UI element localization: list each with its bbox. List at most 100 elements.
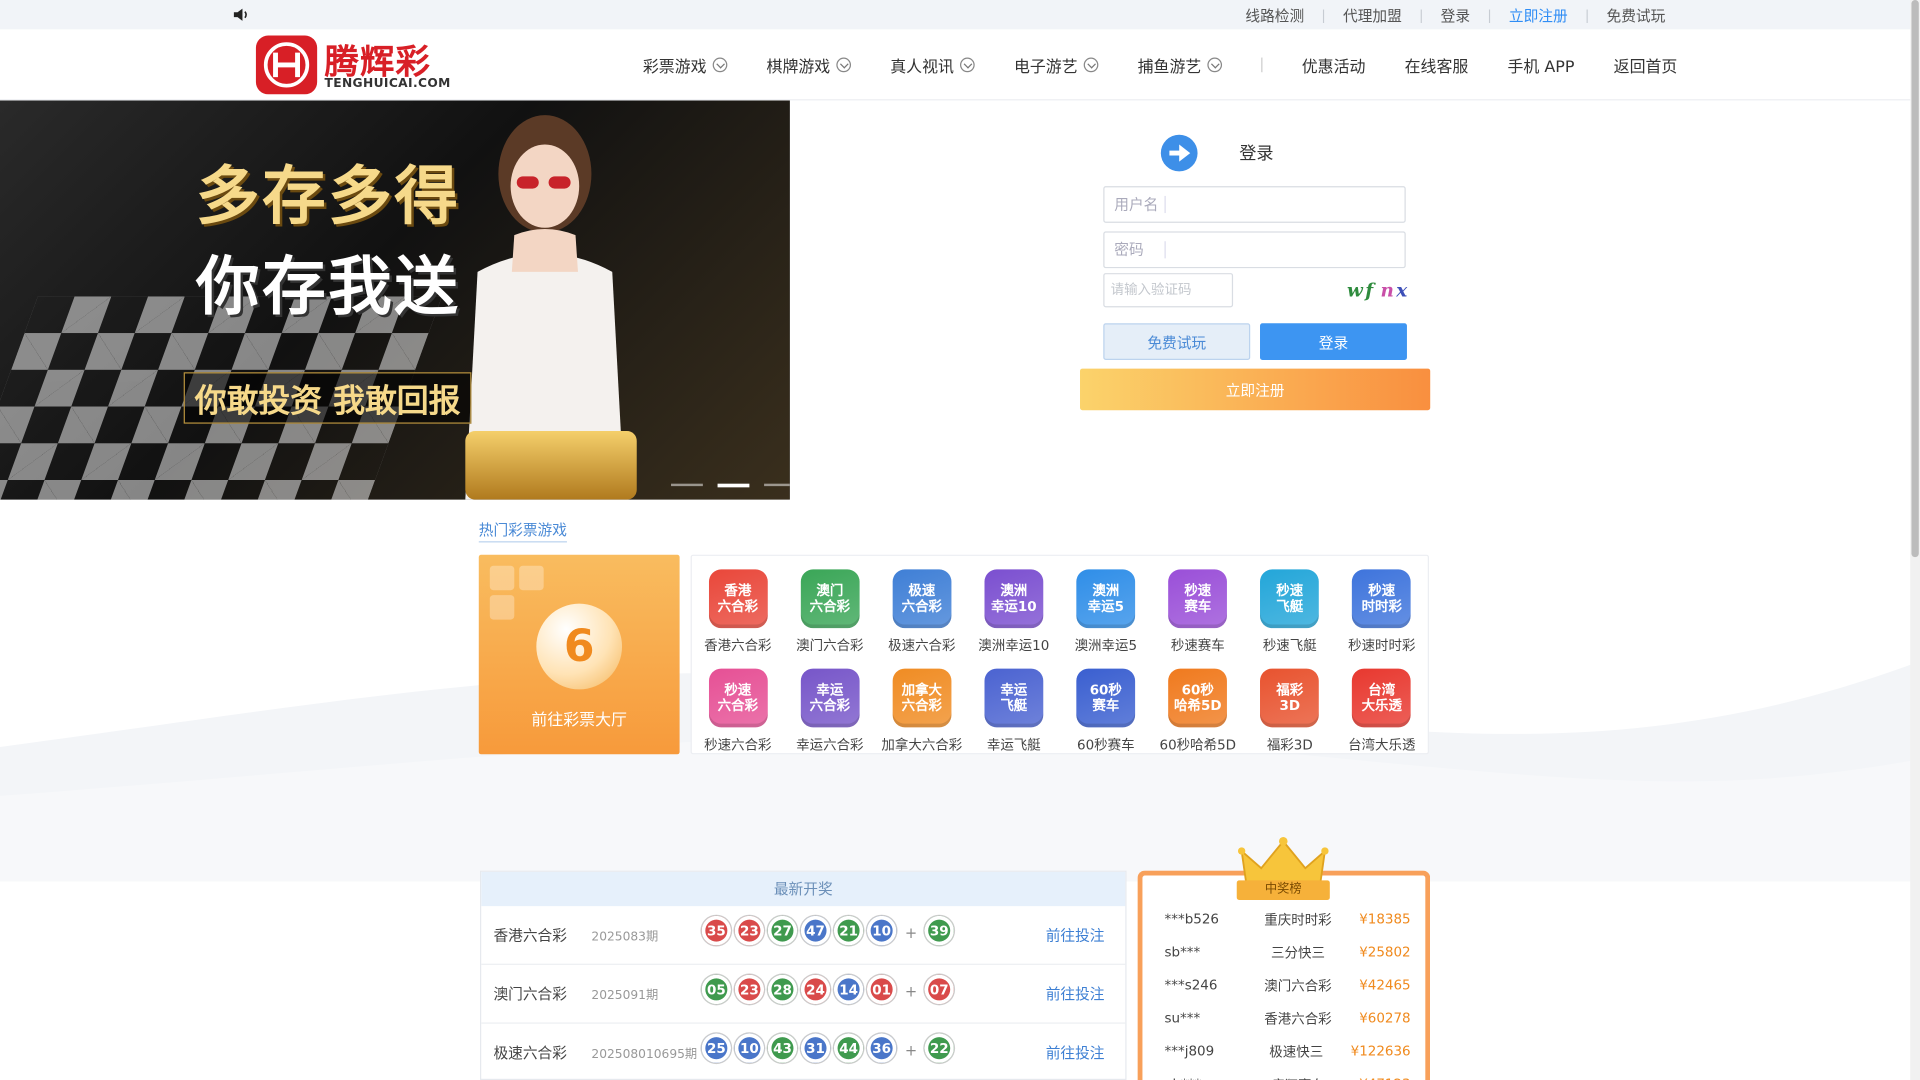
speaker-icon[interactable] <box>233 6 250 23</box>
lottery-game-icon: 幸运 飞艇 <box>984 668 1044 728</box>
banner-headline-2: 你存我送 <box>195 251 461 325</box>
nav-dropdown[interactable]: 棋牌游戏 <box>767 53 852 77</box>
password-field[interactable]: 密码 <box>1103 231 1406 269</box>
results-list: 香港六合彩 2025083期 35 23 27 47 21 10 +39 前往投注 澳门六合彩 202… <box>481 906 1126 1079</box>
game-item[interactable]: 60秒 赛车 60秒赛车 <box>1060 655 1152 754</box>
winner-game: 重庆时时彩 <box>1264 911 1332 928</box>
bet-link[interactable]: 前往投注 <box>1046 924 1105 945</box>
result-ball: 35 <box>701 915 732 946</box>
nav-link[interactable]: 优惠活动 <box>1302 53 1366 76</box>
winners-title: 中奖榜 <box>1236 880 1330 901</box>
captcha-image[interactable]: wfnx <box>1347 279 1410 301</box>
lottery-game-icon: 澳门 六合彩 <box>800 569 860 629</box>
bet-link[interactable]: 前往投注 <box>1046 983 1105 1004</box>
game-item[interactable]: 秒速 赛车 秒速赛车 <box>1152 556 1244 655</box>
password-input[interactable] <box>1165 232 1405 267</box>
nav-dropdown[interactable]: 电子游艺 <box>1014 53 1099 77</box>
winners-list: ***b526 重庆时时彩 ¥18385 sb*** 三分快三 ¥25802 ***s246… <box>1164 902 1415 1080</box>
game-name: 极速六合彩 <box>888 637 956 654</box>
result-row: 极速六合彩 202508010695期 25 10 43 31 44 36 +22 前往投注 <box>481 1024 1125 1079</box>
top-link-separator: | <box>1487 6 1492 23</box>
logo-subtitle: TENGHUICAI.COM <box>324 77 451 91</box>
result-ball: 27 <box>767 915 798 946</box>
game-name: 秒速飞艇 <box>1262 637 1317 654</box>
top-link[interactable]: 代理加盟 <box>1333 4 1411 25</box>
bet-link[interactable]: 前往投注 <box>1046 1042 1105 1063</box>
special-ball: 39 <box>924 915 954 946</box>
promo-banner[interactable]: 多存多得 你存我送 你敢投资 我敢回报 <box>0 100 790 500</box>
captcha-input[interactable] <box>1103 273 1234 308</box>
hot-games-grid: 香港 六合彩 香港六合彩 澳门 六合彩 澳门六合彩 极速 六合彩 极速六合彩 澳洲 幸运10 澳洲幸运… <box>690 554 1429 755</box>
slide-dot[interactable] <box>671 483 703 487</box>
top-link[interactable]: 免费试玩 <box>1597 4 1675 25</box>
winner-row: xb***疯狂赛车¥47123 <box>1164 1068 1415 1080</box>
game-item[interactable]: 澳门 六合彩 澳门六合彩 <box>784 556 876 655</box>
nav-link[interactable]: 手机 APP <box>1507 53 1574 76</box>
nav-dropdown[interactable]: 彩票游戏 <box>642 53 728 77</box>
decor-square <box>519 565 544 591</box>
logo[interactable]: 腾辉彩 TENGHUICAI.COM <box>253 33 451 97</box>
winner-amount: ¥122636 <box>1350 1043 1411 1060</box>
slide-dot[interactable] <box>764 483 790 487</box>
register-button[interactable]: 立即注册 <box>1080 368 1431 411</box>
header: 腾辉彩 TENGHUICAI.COM 彩票游戏 棋牌游戏 真人视讯 电子游艺 捕鱼游艺 优… <box>0 29 1920 101</box>
main-nav: 彩票游戏 棋牌游戏 真人视讯 电子游艺 捕鱼游艺 优惠活动 在线客服 手机 APP 返回首页 <box>643 29 1717 100</box>
game-item[interactable]: 幸运 六合彩 幸运六合彩 <box>784 655 876 754</box>
nav-dropdown[interactable]: 真人视讯 <box>890 53 975 77</box>
game-item[interactable]: 极速 六合彩 极速六合彩 <box>876 556 968 655</box>
result-ball: 47 <box>800 915 831 946</box>
winner-row: sb*** 三分快三 ¥25802 <box>1164 936 1415 969</box>
game-item[interactable]: 台湾 大乐透 台湾大乐透 <box>1336 655 1428 754</box>
game-item[interactable]: 香港 六合彩 香港六合彩 <box>692 556 784 655</box>
login-arrow-icon <box>1160 134 1198 172</box>
latest-results-title: 最新开奖 <box>481 871 1126 907</box>
captcha-char: f <box>1365 279 1374 302</box>
lottery-game-icon: 秒速 赛车 <box>1168 569 1228 629</box>
lottery-game-icon: 香港 六合彩 <box>708 569 768 629</box>
result-ball: 28 <box>767 974 798 1005</box>
nav-link[interactable]: 返回首页 <box>1614 53 1678 76</box>
scrollbar-thumb[interactable] <box>1911 0 1919 558</box>
nav-link[interactable]: 在线客服 <box>1405 53 1469 76</box>
result-issue: 2025083期 <box>591 930 659 945</box>
top-link-separator: | <box>1584 6 1590 23</box>
lottery-hall-card[interactable]: 6 前往彩票大厅 <box>478 554 680 755</box>
result-issue: 2025091期 <box>591 989 659 1003</box>
winner-user: xb*** <box>1164 1076 1242 1080</box>
slide-dot[interactable] <box>717 483 750 488</box>
game-item[interactable]: 秒速 飞艇 秒速飞艇 <box>1244 556 1336 655</box>
result-game-name: 极速六合彩 <box>493 1044 567 1062</box>
nav-label: 返回首页 <box>1613 58 1678 77</box>
username-label: 用户名 <box>1104 195 1166 214</box>
game-item[interactable]: 秒速 六合彩 秒速六合彩 <box>692 655 784 754</box>
game-item[interactable]: 幸运 飞艇 幸运飞艇 <box>968 655 1060 754</box>
game-item[interactable]: 60秒 哈希5D 60秒哈希5D <box>1152 655 1244 754</box>
lottery-ball-icon: 6 <box>536 603 623 690</box>
chevron-down-icon <box>836 57 852 73</box>
page-scrollbar[interactable] <box>1910 0 1920 1080</box>
captcha-char: n <box>1380 279 1394 302</box>
free-trial-button[interactable]: 免费试玩 <box>1103 323 1251 361</box>
nav-label: 彩票游戏 <box>642 58 707 77</box>
top-link[interactable]: 登录 <box>1431 4 1480 25</box>
winner-amount: ¥60278 <box>1359 1010 1411 1027</box>
top-link[interactable]: 立即注册 <box>1499 4 1577 25</box>
nav-dropdown[interactable]: 捕鱼游艺 <box>1138 53 1223 77</box>
result-balls: 35 23 27 47 21 10 +39 <box>701 915 958 946</box>
game-item[interactable]: 澳洲 幸运10 澳洲幸运10 <box>968 556 1060 655</box>
winner-amount: ¥25802 <box>1359 944 1411 961</box>
game-item[interactable]: 澳洲 幸运5 澳洲幸运5 <box>1060 556 1152 655</box>
game-name: 澳门六合彩 <box>796 637 864 654</box>
login-button[interactable]: 登录 <box>1260 323 1407 361</box>
game-item[interactable]: 秒速 时时彩 秒速时时彩 <box>1336 556 1428 655</box>
winner-amount: ¥18385 <box>1359 911 1411 927</box>
winner-user: ***s246 <box>1164 977 1218 994</box>
chevron-down-icon <box>960 57 975 73</box>
lottery-game-icon: 极速 六合彩 <box>892 569 952 629</box>
username-field[interactable]: 用户名 <box>1103 186 1406 223</box>
username-input[interactable] <box>1165 187 1405 222</box>
result-ball: 24 <box>800 974 831 1005</box>
game-item[interactable]: 加拿大 六合彩 加拿大六合彩 <box>876 655 968 754</box>
top-link[interactable]: 线路检测 <box>1236 4 1314 25</box>
game-item[interactable]: 福彩 3D 福彩3D <box>1244 655 1336 754</box>
